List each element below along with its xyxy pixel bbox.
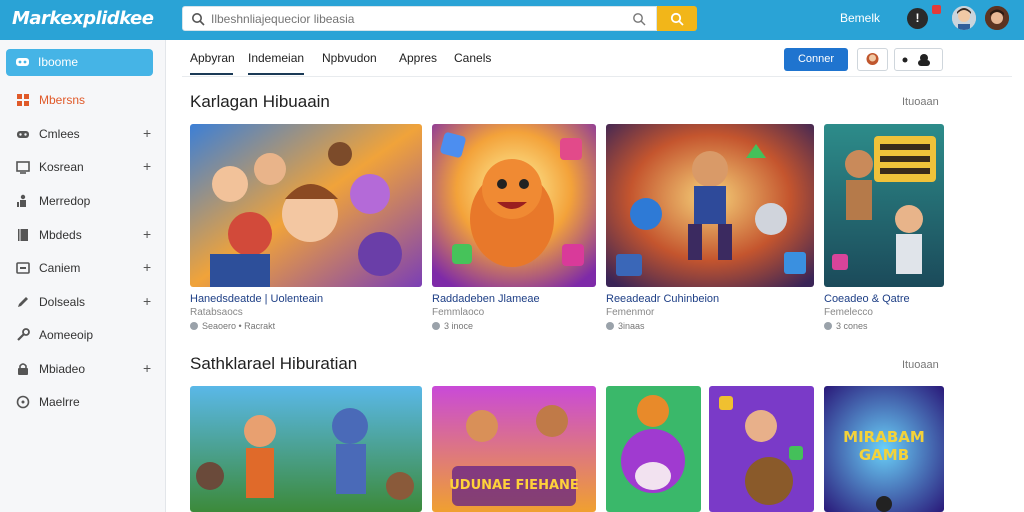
sidebar-item-games[interactable]: Cmlees + — [0, 123, 166, 147]
search-input[interactable] — [211, 10, 621, 28]
account-menu-button[interactable] — [894, 48, 943, 71]
sidebar-item-label: Iboome — [38, 55, 79, 69]
lock-icon — [18, 363, 28, 375]
card-stat: 3 inoce — [432, 321, 473, 331]
status-dot-icon — [824, 322, 832, 330]
expand-plus-icon[interactable]: + — [143, 226, 151, 242]
grid-icon — [17, 94, 29, 106]
tab-active-underline — [190, 73, 233, 75]
tab-3[interactable]: Npbvudon — [322, 51, 377, 65]
account-icon — [902, 54, 930, 66]
tools-icon — [17, 328, 30, 341]
search-icon — [670, 12, 684, 26]
sidebar-item-canvas[interactable]: Caniem + — [0, 257, 166, 281]
tabs-divider — [182, 76, 1012, 77]
user-name[interactable]: Bemelk — [840, 11, 880, 25]
sidebar-item-home[interactable]: Iboome — [6, 49, 153, 76]
tab-2[interactable]: Indemeian — [248, 51, 304, 65]
sidebar-item-models[interactable]: Mbdeds + — [0, 224, 166, 248]
search-button[interactable] — [657, 6, 697, 31]
monitor-icon — [16, 161, 30, 174]
sidebar-item-details[interactable]: Dolseals + — [0, 291, 166, 315]
card-meta: Femenmor — [606, 307, 655, 318]
sidebar-item-media[interactable]: Mbiadeo + — [0, 358, 166, 382]
card-meta: Femmlaoco — [432, 307, 485, 318]
sidebar-item-label: Mbersns — [39, 93, 86, 107]
sidebar-item-label: Mbiadeo — [39, 362, 86, 376]
card-banner-text: UDUNAE FIEHANE — [449, 478, 579, 493]
profile-button[interactable] — [857, 48, 888, 71]
sidebar: Iboome Mbersns Cmlees + Kosrean + Merred… — [0, 40, 166, 512]
search-icon-right[interactable] — [632, 12, 646, 26]
clock-icon — [16, 395, 30, 409]
connect-button[interactable]: Conner — [784, 48, 848, 71]
expand-plus-icon[interactable]: + — [143, 360, 151, 376]
figure-icon — [17, 194, 26, 207]
sidebar-item-tools[interactable]: Aomeeoip — [0, 324, 166, 348]
expand-plus-icon[interactable]: + — [143, 259, 151, 275]
brand-logo[interactable]: Markexplidkee — [12, 8, 154, 29]
tab-4[interactable]: Appres — [399, 51, 437, 65]
sidebar-item-members[interactable]: Mbersns — [0, 89, 166, 113]
search-icon — [192, 13, 205, 26]
game-card-thumbnail[interactable]: UDUNAE FIEHANE — [432, 386, 596, 512]
avatar-face-icon — [952, 6, 976, 30]
sidebar-item-label: Kosrean — [39, 160, 84, 174]
card-title[interactable]: Raddadeben Jlameae — [432, 293, 540, 305]
sidebar-item-figure[interactable]: Merredop — [0, 190, 166, 214]
card-banner-text: MIRABAM GAMB — [843, 428, 925, 464]
avatar[interactable] — [985, 6, 1009, 30]
card-meta: Femelecco — [824, 307, 873, 318]
card-title[interactable]: Coeadeo & Qatre — [824, 293, 910, 305]
card-title[interactable]: Reeadeadr Cuhinbeion — [606, 293, 719, 305]
section-see-all[interactable]: Ituoaan — [902, 359, 939, 371]
game-card-thumbnail[interactable] — [606, 386, 701, 512]
sidebar-item-label: Cmlees — [39, 127, 80, 141]
status-dot-icon — [606, 322, 614, 330]
top-bar: Markexplidkee Bemelk ! — [0, 0, 1024, 40]
card-stat: 3inaas — [606, 321, 645, 331]
status-dot-icon — [190, 322, 198, 330]
expand-plus-icon[interactable]: + — [143, 293, 151, 309]
section-title: Sathklarael Hiburatian — [190, 354, 358, 373]
game-card-thumbnail[interactable] — [709, 386, 814, 512]
sidebar-item-more[interactable]: Maelrre — [0, 391, 166, 415]
gamepad-icon — [16, 58, 29, 66]
card-title[interactable]: Hanedsdeatde | Uolenteain — [190, 293, 323, 305]
tab-5[interactable]: Canels — [454, 51, 491, 65]
sidebar-item-label: Merredop — [39, 194, 91, 208]
sidebar-item-label: Aomeeoip — [39, 328, 94, 342]
game-card-thumbnail[interactable] — [824, 124, 944, 287]
card-meta: Ratabsaocs — [190, 307, 243, 318]
game-card-thumbnail[interactable]: MIRABAM GAMB — [824, 386, 944, 512]
sidebar-item-label: Maelrre — [39, 395, 80, 409]
game-card-thumbnail[interactable] — [190, 386, 422, 512]
sidebar-item-label: Mbdeds — [39, 228, 82, 242]
expand-plus-icon[interactable]: + — [143, 158, 151, 174]
sidebar-item-label: Dolseals — [39, 295, 86, 309]
gamepad-icon — [17, 131, 29, 138]
sidebar-item-screen[interactable]: Kosrean + — [0, 156, 166, 180]
avatar-face-icon — [985, 6, 1009, 30]
search-box[interactable] — [182, 6, 657, 31]
card-stat: 3 cones — [824, 321, 868, 331]
notification-icon[interactable]: ! — [907, 8, 928, 29]
card-stat: Seaoero • Racrakt — [190, 321, 275, 331]
screen-icon — [16, 262, 30, 274]
section-see-all[interactable]: Ituoaan — [902, 96, 939, 108]
status-dot-icon — [432, 322, 440, 330]
sidebar-item-label: Caniem — [39, 261, 81, 275]
book-icon — [18, 229, 28, 241]
game-card-thumbnail[interactable] — [190, 124, 422, 287]
game-card-thumbnail[interactable] — [606, 124, 814, 287]
expand-plus-icon[interactable]: + — [143, 125, 151, 141]
tab-underline — [248, 73, 304, 75]
section-title: Karlagan Hibuaain — [190, 92, 330, 111]
tab-1[interactable]: Apbyran — [190, 51, 235, 65]
game-card-thumbnail[interactable] — [432, 124, 596, 287]
pencil-icon — [18, 297, 28, 307]
avatar[interactable] — [952, 6, 976, 30]
avatar-icon — [866, 53, 879, 65]
notification-badge — [932, 5, 941, 14]
